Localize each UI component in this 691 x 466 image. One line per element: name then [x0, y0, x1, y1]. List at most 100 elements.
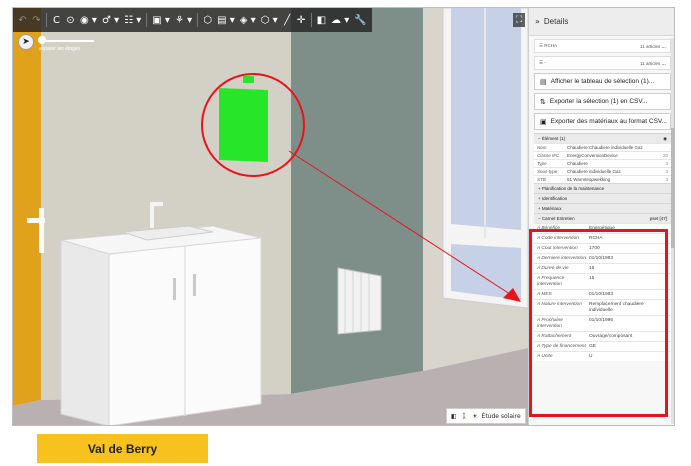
- more-icon[interactable]: …: [662, 61, 667, 66]
- wrench-icon[interactable]: 🔧: [352, 11, 368, 29]
- carnet-value: 15: [589, 265, 595, 271]
- carnet-row: A Frequence intervention 15: [534, 273, 671, 289]
- show-selection-table-button[interactable]: ▤ Afficher le tableau de sélection (1)..…: [534, 73, 671, 90]
- solar-study-button[interactable]: Étude solaire: [482, 413, 521, 420]
- materials-icon: ▣: [540, 117, 547, 126]
- carnet-key: A Code intervention: [537, 235, 579, 241]
- pencil-icon[interactable]: ╱: [281, 11, 294, 29]
- export-selection-csv-button[interactable]: ⇅ Exporter la sélection (1) en CSV...: [534, 93, 671, 110]
- carnet-value: Remplacement chaudière individuelle: [589, 301, 644, 313]
- materials-section-header[interactable]: + Matériaux: [534, 203, 671, 213]
- redo-icon[interactable]: ↷: [30, 11, 43, 29]
- carnet-row: A Derniere intervention 01/10/1983: [534, 253, 671, 263]
- carnet-section-header[interactable]: − Carnet Entretien pset [47]: [534, 213, 671, 223]
- property-key: Nom: [537, 145, 547, 150]
- export-selection-csv-label: Exporter la sélection (1) en CSV...: [549, 98, 648, 105]
- view-mode-icon[interactable]: ◉ ▾: [78, 11, 99, 29]
- caption-label: Val de Berry: [37, 434, 208, 463]
- list-item-name: ☰ -: [539, 60, 546, 65]
- carnet-row: A Cout intervention 1700: [534, 243, 671, 253]
- maintenance-section-header[interactable]: + Planification de la maintenance: [534, 183, 671, 193]
- boiler: [219, 88, 268, 162]
- property-key: Type: [537, 161, 547, 166]
- export-materials-csv-button[interactable]: ▣ Exporter des matériaux au format CSV..…: [534, 113, 671, 130]
- camera-icon[interactable]: ▣ ▾: [150, 11, 172, 29]
- people-icon[interactable]: ⚘ ▾: [173, 11, 194, 29]
- property-row: Classe IFC EnergyConversionDevice 20: [534, 151, 671, 159]
- carnet-value: 01/10/1983: [589, 291, 614, 297]
- list-item[interactable]: ☰ - 11 articles …: [534, 56, 671, 70]
- property-count: 3: [665, 161, 668, 166]
- property-count: 3: [665, 177, 668, 182]
- carnet-key: A Frequence intervention: [537, 275, 565, 287]
- toolbar-divider: [197, 13, 199, 27]
- property-value: Chaudiere individuelle Gaz: [567, 169, 621, 174]
- show-selection-table-label: Afficher le tableau de sélection (1)...: [550, 78, 655, 85]
- carnet-key: A Unite: [537, 353, 553, 359]
- property-value: 51 Warmteopwekking: [567, 177, 611, 182]
- property-count: [658, 145, 668, 150]
- viewer-toolbar: ↶ ↷ C ⊙ ◉ ▾ ♂ ▾ ☷ ▾ ▣ ▾ ⚘ ▾ ⬡ ▤ ▾ ◈ ▾ ⬡ …: [13, 8, 372, 32]
- undo-icon[interactable]: ↶: [16, 11, 29, 29]
- panel-icon[interactable]: ◧: [315, 11, 328, 29]
- toolbar-divider: [310, 13, 312, 27]
- measure-icon[interactable]: ♂ ▾: [100, 11, 121, 29]
- carnet-key: A Duree de vie: [537, 265, 569, 271]
- viewer-bottom-bar: ◧ 🚶 ☀ Étude solaire: [446, 408, 526, 424]
- bookmark-icon[interactable]: ◧: [451, 413, 457, 420]
- panel-scrollbar-thumb[interactable]: [671, 128, 674, 248]
- identification-section-header[interactable]: + Identification: [534, 193, 671, 203]
- pset-badge: pset [47]: [649, 216, 667, 221]
- 3d-viewport[interactable]: ↶ ↷ C ⊙ ◉ ▾ ♂ ▾ ☷ ▾ ▣ ▾ ⚘ ▾ ⬡ ▤ ▾ ◈ ▾ ⬡ …: [13, 8, 528, 425]
- more-icon[interactable]: …: [662, 44, 667, 49]
- cloud-icon[interactable]: ☁ ▾: [329, 11, 351, 29]
- element-section-title: − Élément (1): [538, 136, 566, 141]
- carnet-key: A Rattachement: [537, 333, 572, 339]
- carnet-row: A Nature intervention Remplacement chaudi…: [534, 299, 671, 315]
- section-icon[interactable]: ◈ ▾: [238, 11, 258, 29]
- compass-icon[interactable]: ➤: [18, 34, 34, 50]
- carnet-row: A Type de financement GE: [534, 341, 671, 351]
- list-item[interactable]: ☰ RCHA 11 articles …: [534, 39, 671, 53]
- property-value: Chaudiere:Chaudiere individuelle Gaz: [567, 145, 643, 150]
- model-icon[interactable]: ⬡ ▾: [259, 11, 280, 29]
- carnet-key: A Derniere intervention: [537, 255, 586, 261]
- carnet-section-title: − Carnet Entretien: [538, 216, 575, 221]
- walk-icon[interactable]: 🚶: [461, 413, 468, 420]
- move-icon[interactable]: ✛: [295, 11, 308, 29]
- carnet-value: Ouvrage/composant: [589, 333, 633, 339]
- document-icon[interactable]: ▤ ▾: [215, 11, 237, 29]
- carnet-row: A Duree de vie 15: [534, 263, 671, 273]
- scene-drawing: [13, 8, 528, 425]
- eye-icon[interactable]: ◉: [663, 136, 667, 142]
- property-key: STB: [537, 177, 546, 182]
- target-icon[interactable]: ⊙: [64, 11, 77, 29]
- materials-section-title: + Matériaux: [538, 206, 562, 211]
- cabinet-front: [60, 239, 110, 425]
- carnet-value: RCHA: [589, 235, 603, 241]
- element-section-header[interactable]: − Élément (1) ◉: [534, 133, 671, 143]
- refresh-icon[interactable]: C: [50, 11, 63, 29]
- floor-slider[interactable]: [38, 40, 94, 42]
- collapse-panel-icon[interactable]: »: [535, 17, 540, 26]
- table-icon: ▤: [540, 77, 547, 86]
- fullscreen-icon[interactable]: ⛶: [513, 13, 525, 27]
- carnet-value: U: [589, 353, 593, 359]
- carnet-value: 01/10/1983: [589, 255, 614, 261]
- filter-icon[interactable]: ☷ ▾: [122, 11, 143, 29]
- boiler-tab: [243, 76, 254, 83]
- carnet-value: GE: [589, 343, 596, 349]
- carnet-row: A Prochaine intervention 01/10/1996: [534, 315, 671, 331]
- property-value: EnergyConversionDevice: [567, 153, 618, 158]
- carnet-row: A MES 01/10/1983: [534, 289, 671, 299]
- details-header: » Details: [529, 8, 674, 36]
- carnet-value: Energétique: [589, 225, 615, 231]
- carnet-value: 15: [589, 275, 595, 281]
- carnet-key: A Bénéfice: [537, 225, 561, 231]
- export-materials-csv-label: Exporter des matériaux au format CSV...: [550, 118, 668, 125]
- carnet-row: A Unite U: [534, 351, 671, 361]
- cube-icon[interactable]: ⬡: [201, 11, 214, 29]
- floor-slider-handle[interactable]: [38, 36, 46, 44]
- sun-icon[interactable]: ☀: [472, 413, 477, 420]
- property-count: 3: [665, 169, 668, 174]
